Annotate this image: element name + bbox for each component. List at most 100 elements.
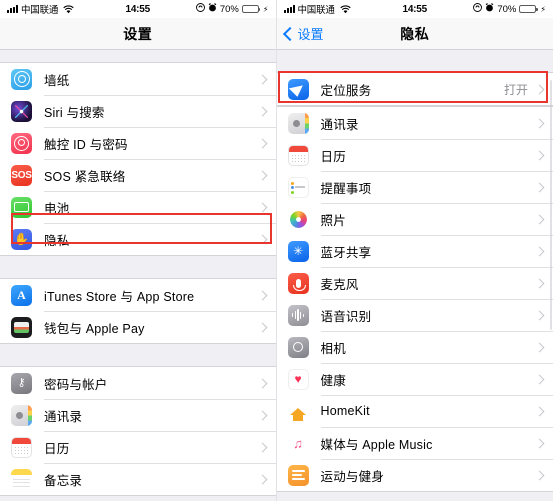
wifi-icon [63, 4, 74, 14]
chevron-right-icon [257, 290, 267, 300]
chevron-right-icon [257, 410, 267, 420]
left-phone-screen: 中国联通 14:55 70% ⚡ 设置 墙纸 Siri 与搜索 触控 ID 与密… [0, 0, 276, 501]
rotation-lock-icon [195, 3, 205, 15]
privacy-row-fitness[interactable]: 运动与健身 [276, 459, 553, 491]
battery-icon [241, 4, 261, 14]
privacy-row-contacts[interactable]: 通讯录 [276, 107, 553, 139]
privacy-row-camera[interactable]: 相机 [276, 331, 553, 363]
wifi-icon [340, 4, 351, 14]
privacy-group-2: 通讯录 日历 提醒事项 照片 ✳ 蓝牙共享 麦克风 语音识别 相机 ♥ 健康 H… [276, 106, 553, 492]
homekit-icon [287, 400, 309, 422]
status-bar-left-group: 中国联通 [283, 2, 351, 16]
settings-list-left[interactable]: 墙纸 Siri 与搜索 触控 ID 与密码 SOS SOS 紧急联络 电池 ✋ … [0, 50, 276, 501]
battery-icon [11, 196, 32, 218]
location-arrow-icon [287, 78, 309, 100]
chevron-right-icon [534, 374, 545, 384]
settings-row-calendar[interactable]: 日历 [0, 431, 276, 463]
status-bar-right: 中国联通 14:55 70% ⚡ [276, 0, 553, 18]
chevron-right-icon [534, 406, 545, 416]
health-icon: ♥ [287, 368, 309, 390]
chevron-right-icon [257, 74, 267, 84]
alarm-icon [485, 3, 494, 15]
battery-icon [519, 4, 538, 14]
carrier-label: 中国联通 [297, 5, 335, 16]
chevron-right-icon [534, 278, 545, 288]
privacy-row-microphone[interactable]: 麦克风 [276, 267, 553, 299]
privacy-row-speech-recognition[interactable]: 语音识别 [276, 299, 553, 331]
chevron-right-icon [534, 342, 545, 352]
privacy-group-1: 定位服务 打开 [276, 72, 553, 106]
privacy-row-bluetooth[interactable]: ✳ 蓝牙共享 [276, 235, 553, 267]
chevron-right-icon [257, 138, 267, 148]
privacy-row-location-services[interactable]: 定位服务 打开 [276, 73, 553, 105]
right-phone-screen: 中国联通 14:55 70% ⚡ 设置 隐私 定位服务 打开 通讯录 日历 提醒… [275, 0, 553, 501]
row-label: 日历 [44, 441, 70, 456]
row-label: 日历 [320, 149, 346, 164]
row-label: 通讯录 [44, 409, 83, 424]
privacy-row-calendar[interactable]: 日历 [276, 139, 553, 171]
privacy-row-reminders[interactable]: 提醒事项 [276, 171, 553, 203]
section-gap [0, 256, 276, 278]
back-button[interactable]: 设置 [282, 24, 324, 43]
chevron-left-icon [282, 26, 297, 41]
chevron-right-icon [257, 442, 267, 452]
status-bar-right-group: 70% ⚡ [195, 3, 269, 15]
chevron-right-icon [534, 84, 545, 94]
settings-group-2: A iTunes Store 与 App Store 钱包与 Apple Pay [0, 278, 276, 344]
settings-row-notes[interactable]: 备忘录 [0, 463, 276, 495]
settings-row-app-store[interactable]: A iTunes Store 与 App Store [0, 279, 276, 311]
status-bar-left: 中国联通 14:55 70% ⚡ [0, 0, 276, 18]
settings-row-wallpaper[interactable]: 墙纸 [0, 63, 276, 95]
row-label: 隐私 [44, 233, 70, 248]
privacy-list[interactable]: 定位服务 打开 通讯录 日历 提醒事项 照片 ✳ 蓝牙共享 麦克风 语音识别 相… [276, 50, 553, 501]
chevron-right-icon [534, 310, 545, 320]
privacy-row-photos[interactable]: 照片 [276, 203, 553, 235]
row-label: 健康 [320, 373, 346, 388]
settings-group-3: ⚷ 密码与帐户 通讯录 日历 备忘录 [0, 366, 276, 496]
chevron-right-icon [534, 214, 545, 224]
row-label: 定位服务 [320, 83, 372, 98]
chevron-right-icon [534, 246, 545, 256]
row-label: 蓝牙共享 [320, 245, 372, 260]
dual-phone-screenshot: 中国联通 14:55 70% ⚡ 设置 墙纸 Siri 与搜索 触控 ID 与密… [0, 0, 553, 501]
row-label: iTunes Store 与 App Store [44, 289, 195, 304]
settings-row-contacts[interactable]: 通讯录 [0, 399, 276, 431]
status-bar-left-group: 中国联通 [7, 2, 74, 16]
privacy-row-apple-music[interactable]: ♫ 媒体与 Apple Music [276, 427, 553, 459]
settings-row-battery[interactable]: 电池 [0, 191, 276, 223]
settings-row-touch-id[interactable]: 触控 ID 与密码 [0, 127, 276, 159]
battery-percent-label: 70% [219, 3, 239, 15]
settings-row-privacy[interactable]: ✋ 隐私 [0, 223, 276, 255]
row-label: 语音识别 [320, 309, 372, 324]
settings-row-siri[interactable]: Siri 与搜索 [0, 95, 276, 127]
wallpaper-icon [11, 68, 32, 90]
row-label: 密码与帐户 [44, 377, 108, 392]
passwords-key-icon: ⚷ [11, 372, 32, 394]
status-bar-right-group: 70% ⚡ [473, 3, 546, 15]
settings-row-sos[interactable]: SOS SOS 紧急联络 [0, 159, 276, 191]
row-label: 麦克风 [320, 277, 359, 292]
chevron-right-icon [257, 202, 267, 212]
privacy-row-health[interactable]: ♥ 健康 [276, 363, 553, 395]
chevron-right-icon [534, 438, 545, 448]
calendar-icon [11, 436, 32, 458]
speech-recognition-icon [287, 304, 309, 326]
privacy-hand-icon: ✋ [11, 228, 32, 250]
notes-icon [11, 468, 32, 490]
charging-bolt-icon: ⚡ [262, 4, 269, 14]
chevron-right-icon [534, 470, 545, 480]
chevron-right-icon [257, 170, 267, 180]
row-label: Siri 与搜索 [44, 105, 105, 120]
privacy-row-homekit[interactable]: HomeKit [276, 395, 553, 427]
wallet-icon [11, 316, 32, 338]
scroll-indicator[interactable] [550, 80, 552, 330]
row-label: HomeKit [320, 404, 370, 418]
settings-row-wallet[interactable]: 钱包与 Apple Pay [0, 311, 276, 343]
row-label: 提醒事项 [320, 181, 372, 196]
row-label: 照片 [320, 213, 346, 228]
settings-row-passwords[interactable]: ⚷ 密码与帐户 [0, 367, 276, 399]
alarm-icon [208, 3, 217, 15]
chevron-right-icon [534, 150, 545, 160]
section-gap [0, 50, 276, 62]
row-label: 电池 [44, 201, 70, 216]
